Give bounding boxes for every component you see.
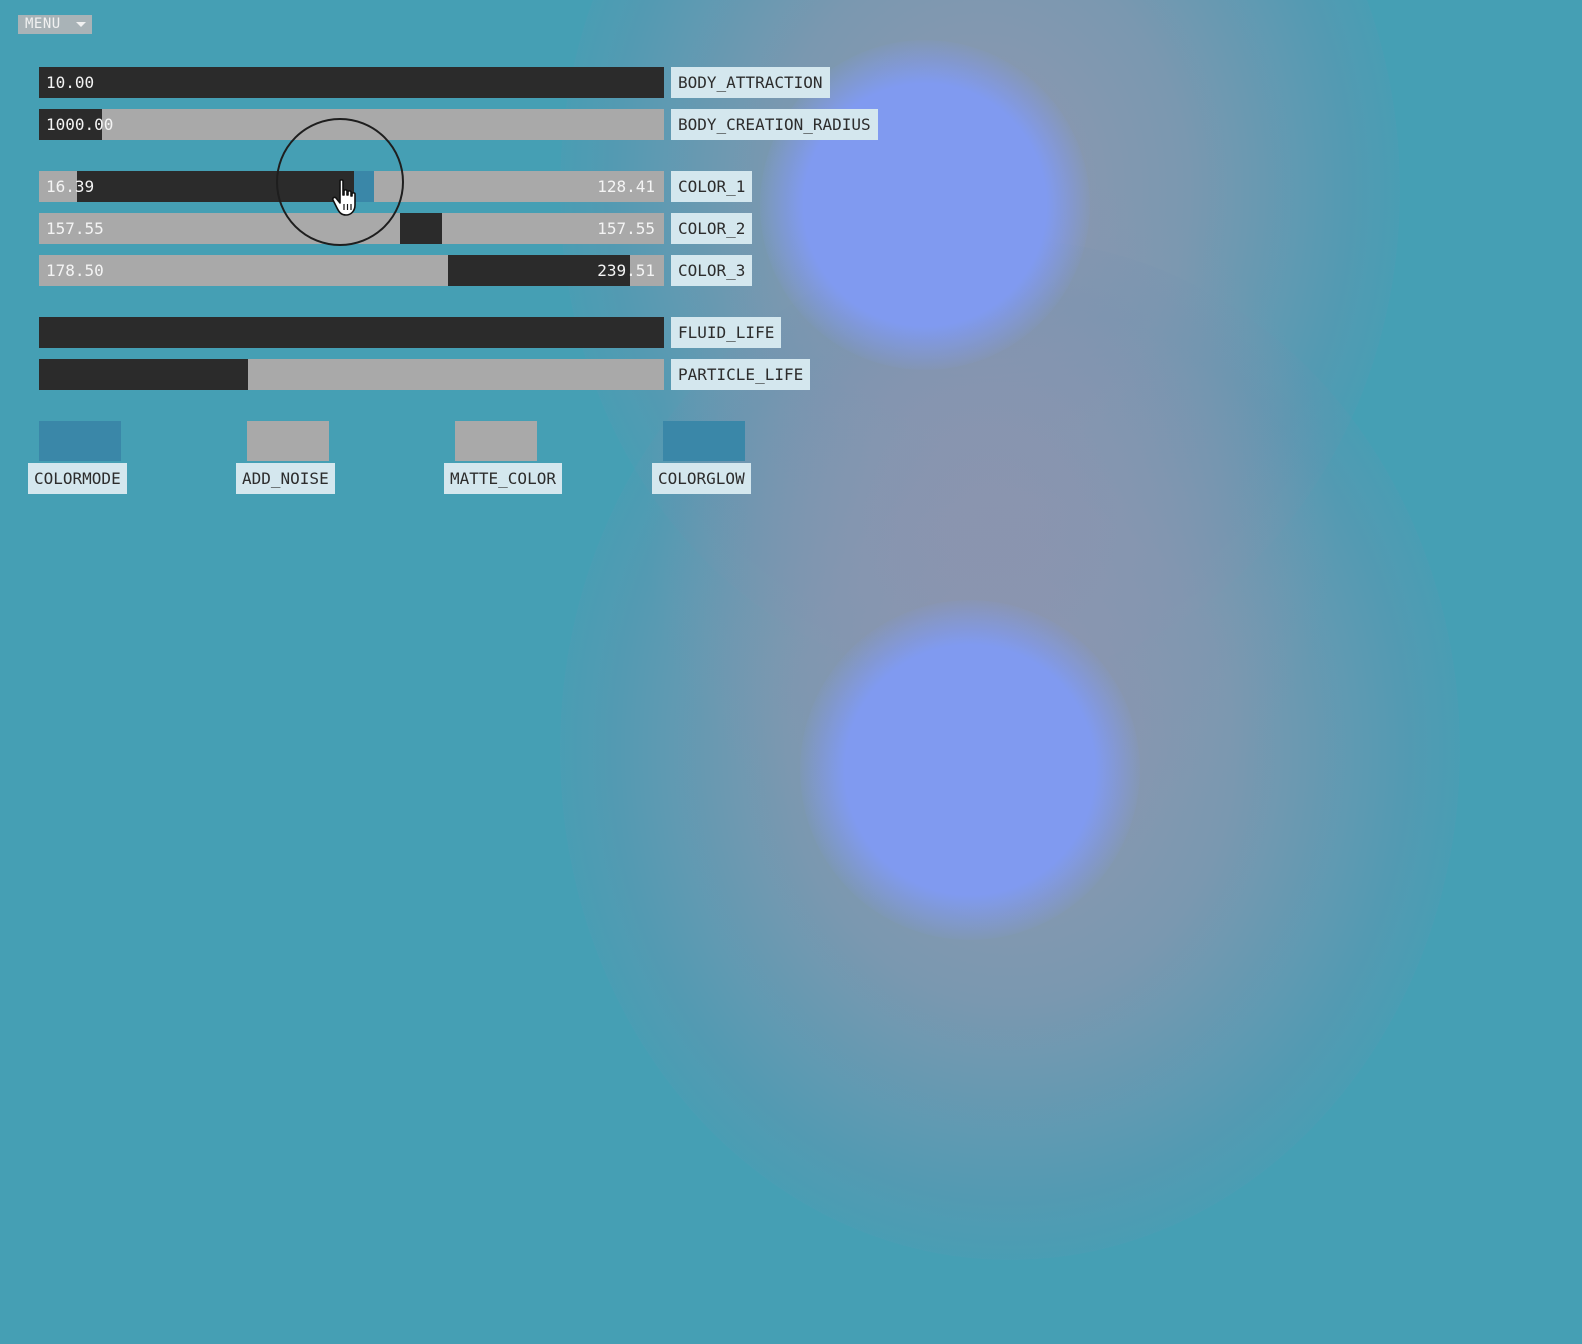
range-fill [76,171,356,202]
slider-fill [39,67,664,98]
slider-fill [39,317,664,348]
color-2-label: COLOR_2 [671,213,753,244]
add-noise-toggle[interactable] [247,421,329,461]
body-creation-radius-label: BODY_CREATION_RADIUS [671,109,878,140]
range-high-value: 128.41 [597,177,655,196]
color-1-range-slider[interactable]: 16.39 128.41 [39,171,664,202]
color-3-range-slider[interactable]: 178.50 239.51 [39,255,664,286]
color-2-range-slider[interactable]: 157.55 157.55 [39,213,664,244]
caret-down-icon [76,22,86,27]
matte-color-toggle[interactable] [455,421,537,461]
range-low-value: 178.50 [46,261,104,280]
fluid-life-label: FLUID_LIFE [671,317,782,348]
slider-value: 10.00 [46,73,95,92]
colormode-toggle[interactable] [39,421,121,461]
color-3-label: COLOR_3 [671,255,753,286]
colorglow-label: COLORGLOW [652,463,751,494]
range-high-value: 157.55 [597,219,655,238]
range-low-value: 157.55 [46,219,104,238]
body-creation-radius-slider[interactable]: 1000.00 [39,109,664,140]
add-noise-label: ADD_NOISE [236,463,335,494]
body-orb-bottom [800,600,1140,940]
range-fill [400,213,443,244]
range-high-value: 239.51 [597,261,655,280]
range-low-value: 16.39 [46,177,95,196]
menu-label: MENU [25,16,61,32]
particle-life-slider[interactable] [39,359,664,390]
matte-color-label: MATTE_COLOR [444,463,562,494]
color-1-label: COLOR_1 [671,171,753,202]
fluid-life-slider[interactable] [39,317,664,348]
menu-button[interactable]: MENU [18,15,92,34]
slider-value: 1000.00 [46,115,114,134]
body-attraction-slider[interactable]: 10.00 [39,67,664,98]
range-handle-high[interactable] [354,171,374,202]
colorglow-toggle[interactable] [663,421,745,461]
slider-fill [39,359,248,390]
body-attraction-label: BODY_ATTRACTION [671,67,830,98]
particle-life-label: PARTICLE_LIFE [671,359,811,390]
colormode-label: COLORMODE [28,463,127,494]
